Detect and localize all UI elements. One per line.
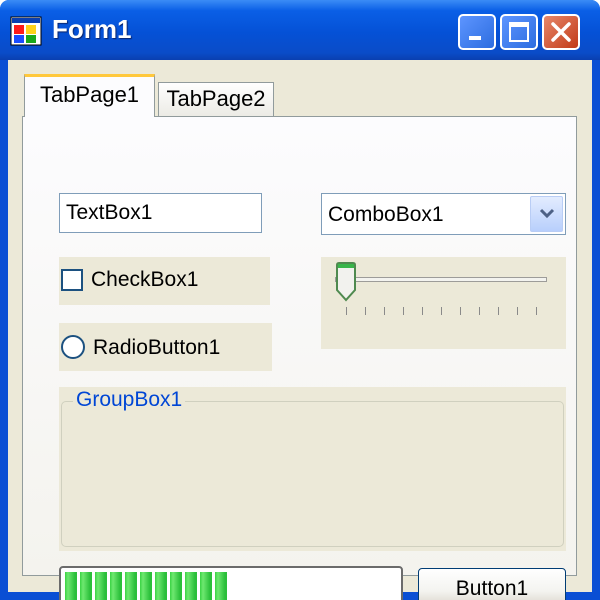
trackbar-tick bbox=[365, 307, 366, 315]
button1-label: Button1 bbox=[455, 577, 529, 600]
radio-label: RadioButton1 bbox=[93, 336, 221, 359]
trackbar-tick bbox=[517, 307, 518, 315]
combobox-dropdown-button[interactable] bbox=[530, 196, 563, 232]
form-client-area: TabPage1 TabPage2 TextBox1 ComboBox1 Che… bbox=[8, 60, 592, 600]
trackbar-tick bbox=[384, 307, 385, 315]
textbox-input[interactable]: TextBox1 bbox=[59, 193, 262, 233]
tab-tabpage2[interactable]: TabPage2 bbox=[158, 82, 274, 116]
trackbar-rail bbox=[335, 277, 547, 282]
radio-circle[interactable] bbox=[61, 335, 85, 359]
checkbox-label: CheckBox1 bbox=[91, 268, 199, 291]
trackbar-tick bbox=[460, 307, 461, 315]
tab-tabpage1[interactable]: TabPage1 bbox=[24, 74, 155, 117]
groupbox-frame bbox=[61, 401, 564, 547]
title-bar[interactable]: Form1 bbox=[0, 0, 600, 60]
checkbox-control[interactable]: CheckBox1 bbox=[59, 257, 270, 305]
radio-control[interactable]: RadioButton1 bbox=[59, 323, 272, 371]
tab-label: TabPage2 bbox=[166, 86, 266, 111]
trackbar-tick bbox=[479, 307, 480, 315]
tab-page-panel: TextBox1 ComboBox1 CheckBox1 RadioButton… bbox=[22, 116, 577, 600]
trackbar-tick bbox=[346, 307, 347, 315]
groupbox: GroupBox1 bbox=[59, 387, 566, 551]
button1[interactable]: Button1 bbox=[418, 568, 566, 600]
trackbar-tick bbox=[536, 307, 537, 315]
trackbar-tick bbox=[498, 307, 499, 315]
minimize-button[interactable] bbox=[458, 14, 496, 50]
close-button[interactable] bbox=[542, 14, 580, 50]
trackbar-thumb[interactable] bbox=[335, 262, 357, 309]
trackbar-control[interactable] bbox=[321, 257, 566, 349]
textbox-value: TextBox1 bbox=[66, 201, 153, 224]
checkbox-box[interactable] bbox=[61, 269, 83, 291]
window-title: Form1 bbox=[52, 14, 132, 44]
tab-label: TabPage1 bbox=[39, 82, 140, 107]
progress-fill bbox=[65, 572, 227, 600]
progress-bar bbox=[59, 566, 403, 600]
groupbox-caption: GroupBox1 bbox=[73, 388, 186, 412]
combobox-select[interactable]: ComboBox1 bbox=[321, 193, 566, 235]
trackbar-tick bbox=[441, 307, 442, 315]
form-window: Form1 TabPage1 TabPage2 TextBox1 ComboBo… bbox=[0, 0, 600, 600]
form-app-icon[interactable] bbox=[10, 16, 42, 46]
combobox-value: ComboBox1 bbox=[328, 203, 444, 226]
maximize-button[interactable] bbox=[500, 14, 538, 50]
trackbar-tick bbox=[403, 307, 404, 315]
trackbar-tick bbox=[422, 307, 423, 315]
